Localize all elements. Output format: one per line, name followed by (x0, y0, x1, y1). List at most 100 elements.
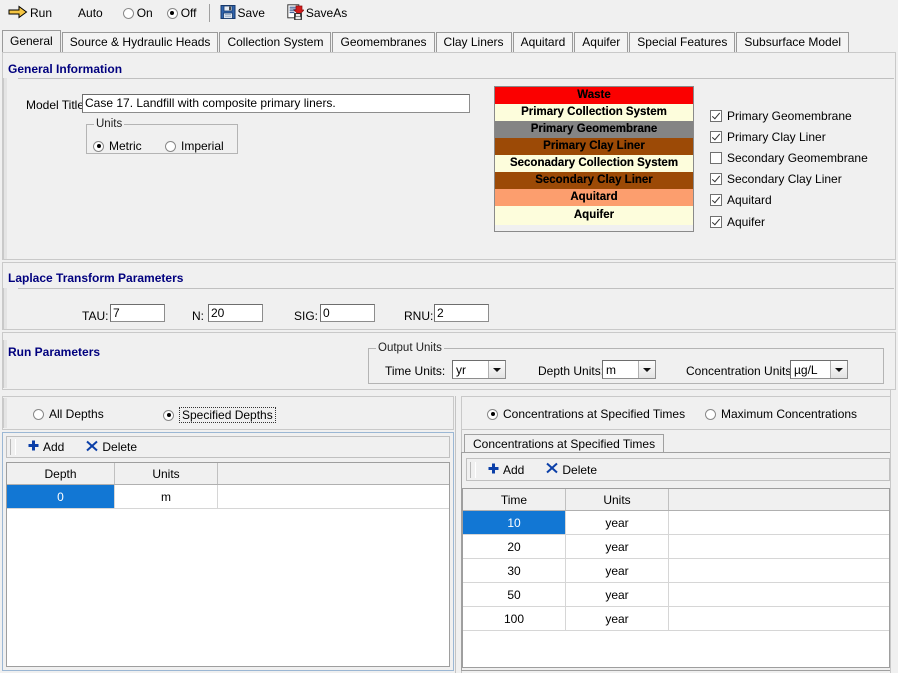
depth-delete-button[interactable]: Delete (79, 437, 144, 457)
depth-add-button[interactable]: Add (21, 437, 71, 457)
n-input[interactable]: 20 (208, 304, 263, 322)
time-table-body: 10 year 20 year 30 year 50 year 100 year (463, 510, 889, 631)
checkbox-primary-geomembrane[interactable]: Primary Geomembrane (710, 109, 852, 123)
table-row[interactable]: 10 year (463, 510, 889, 535)
tab-collection-system[interactable]: Collection System (219, 32, 332, 52)
concentrations-at-specified-times-label: Concentrations at Specified Times (503, 407, 686, 421)
depth-add-label: Add (43, 440, 65, 454)
save-button[interactable]: Save (216, 2, 269, 24)
cross-icon (546, 462, 559, 477)
depth-units-value: m (606, 362, 616, 377)
depth-column-header[interactable]: Depth (7, 463, 115, 485)
units-cell[interactable]: year (565, 606, 669, 631)
time-cell[interactable]: 30 (463, 558, 566, 583)
time-delete-button[interactable]: Delete (539, 460, 604, 480)
cross-icon (86, 440, 99, 455)
units-cell[interactable]: year (565, 510, 669, 535)
table-row[interactable]: 100 year (463, 606, 889, 631)
checkbox-secondary-clay-liner[interactable]: Secondary Clay Liner (710, 172, 842, 186)
table-row[interactable]: 50 year (463, 582, 889, 607)
depth-units-select[interactable]: m (602, 360, 656, 379)
auto-label: Auto (78, 6, 103, 20)
auto-off-radio[interactable]: Off (166, 6, 197, 20)
run-label: Run (30, 6, 53, 20)
time-table-toolbar: Add Delete (466, 458, 890, 481)
sig-label: SIG: (294, 309, 319, 323)
laplace-divider (18, 288, 894, 289)
time-add-button[interactable]: Add (481, 460, 531, 480)
model-title-input[interactable]: Case 17. Landfill with composite primary… (82, 94, 470, 113)
tab-general[interactable]: General (2, 30, 61, 52)
time-cell[interactable]: 10 (463, 510, 566, 535)
main-tabstrip: General Source & Hydraulic Heads Collect… (2, 30, 896, 52)
auto-off-label: Off (180, 6, 197, 20)
time-cell[interactable]: 20 (463, 534, 566, 559)
depth-grid[interactable]: Depth Units 0 m (6, 462, 450, 667)
units-imperial-radio[interactable]: Imperial (165, 139, 224, 153)
checkbox-aquitard[interactable]: Aquitard (710, 193, 772, 207)
time-units-value: yr (456, 362, 466, 377)
save-as-button[interactable]: SaveAs (283, 2, 351, 24)
radio-circle-selected-icon (166, 7, 178, 19)
units-cell[interactable]: m (114, 484, 218, 509)
time-cell[interactable]: 50 (463, 582, 566, 607)
checkbox-primary-clay-liner[interactable]: Primary Clay Liner (710, 130, 826, 144)
concentrations-at-specified-times-radio[interactable]: Concentrations at Specified Times (487, 407, 685, 421)
tab-clay-liners[interactable]: Clay Liners (435, 32, 512, 52)
units-column-header[interactable]: Units (114, 463, 218, 485)
checkbox-label: Aquitard (727, 193, 772, 207)
table-row[interactable]: 30 year (463, 558, 889, 583)
tab-aquifer[interactable]: Aquifer (574, 32, 629, 52)
row-filler-cell (668, 534, 889, 559)
checkbox-label: Primary Geomembrane (727, 109, 852, 123)
chevron-down-icon[interactable] (488, 361, 505, 378)
auto-on-radio[interactable]: On (122, 6, 153, 20)
concentration-units-select[interactable]: µg/L (790, 360, 848, 379)
specified-depths-radio[interactable]: Specified Depths (163, 407, 276, 423)
rnu-input[interactable]: 2 (434, 304, 489, 322)
sig-input[interactable]: 0 (320, 304, 375, 322)
time-cell[interactable]: 100 (463, 606, 566, 631)
tab-subsurface-model[interactable]: Subsurface Model (736, 32, 850, 52)
tab-special-features[interactable]: Special Features (629, 32, 736, 52)
table-row[interactable]: 0 m (7, 484, 449, 509)
units-metric-label: Metric (109, 139, 142, 153)
time-column-header[interactable]: Time (463, 489, 566, 511)
layer-primary-collection-system: Primary Collection System (495, 104, 693, 121)
units-cell[interactable]: year (565, 582, 669, 607)
plus-icon (28, 440, 39, 454)
time-add-label: Add (503, 462, 525, 477)
tab-source-hydraulic-heads[interactable]: Source & Hydraulic Heads (61, 32, 219, 52)
all-depths-radio[interactable]: All Depths (33, 407, 104, 421)
checkbox-label: Secondary Geomembrane (727, 151, 868, 165)
checkbox-aquifer[interactable]: Aquifer (710, 215, 765, 229)
layer-primary-geomembrane: Primary Geomembrane (495, 121, 693, 138)
inner-tab-concentrations-at-specified-times[interactable]: Concentrations at Specified Times (464, 434, 665, 453)
units-cell[interactable]: year (565, 558, 669, 583)
auto-on-label: On (136, 6, 153, 20)
time-units-select[interactable]: yr (452, 360, 506, 379)
table-row[interactable]: 20 year (463, 534, 889, 559)
time-grid[interactable]: Time Units 10 year 20 year 30 year 50 ye… (462, 488, 890, 668)
depth-table: Depth Units 0 m (7, 463, 449, 509)
maximum-concentrations-radio[interactable]: Maximum Concentrations (705, 407, 857, 421)
depth-panel-left-bar (3, 398, 7, 428)
tab-aquitard[interactable]: Aquitard (512, 32, 574, 52)
chevron-down-icon[interactable] (830, 361, 847, 378)
depth-cell[interactable]: 0 (7, 484, 115, 509)
radio-circle-selected-icon (93, 140, 104, 152)
units-column-header[interactable]: Units (565, 489, 669, 511)
tau-input[interactable]: 7 (110, 304, 165, 322)
right-arrow-icon (8, 5, 28, 22)
units-metric-radio[interactable]: Metric (93, 139, 142, 153)
tab-geomembranes[interactable]: Geomembranes (332, 32, 435, 52)
specified-depths-label: Specified Depths (179, 407, 276, 423)
units-cell[interactable]: year (565, 534, 669, 559)
save-label: Save (237, 6, 265, 20)
time-delete-label: Delete (562, 462, 598, 477)
radio-circle-selected-icon (487, 408, 498, 420)
chevron-down-icon[interactable] (638, 361, 655, 378)
run-button[interactable]: Run (4, 2, 56, 24)
checkbox-secondary-geomembrane[interactable]: Secondary Geomembrane (710, 151, 868, 165)
all-depths-label: All Depths (49, 407, 104, 421)
